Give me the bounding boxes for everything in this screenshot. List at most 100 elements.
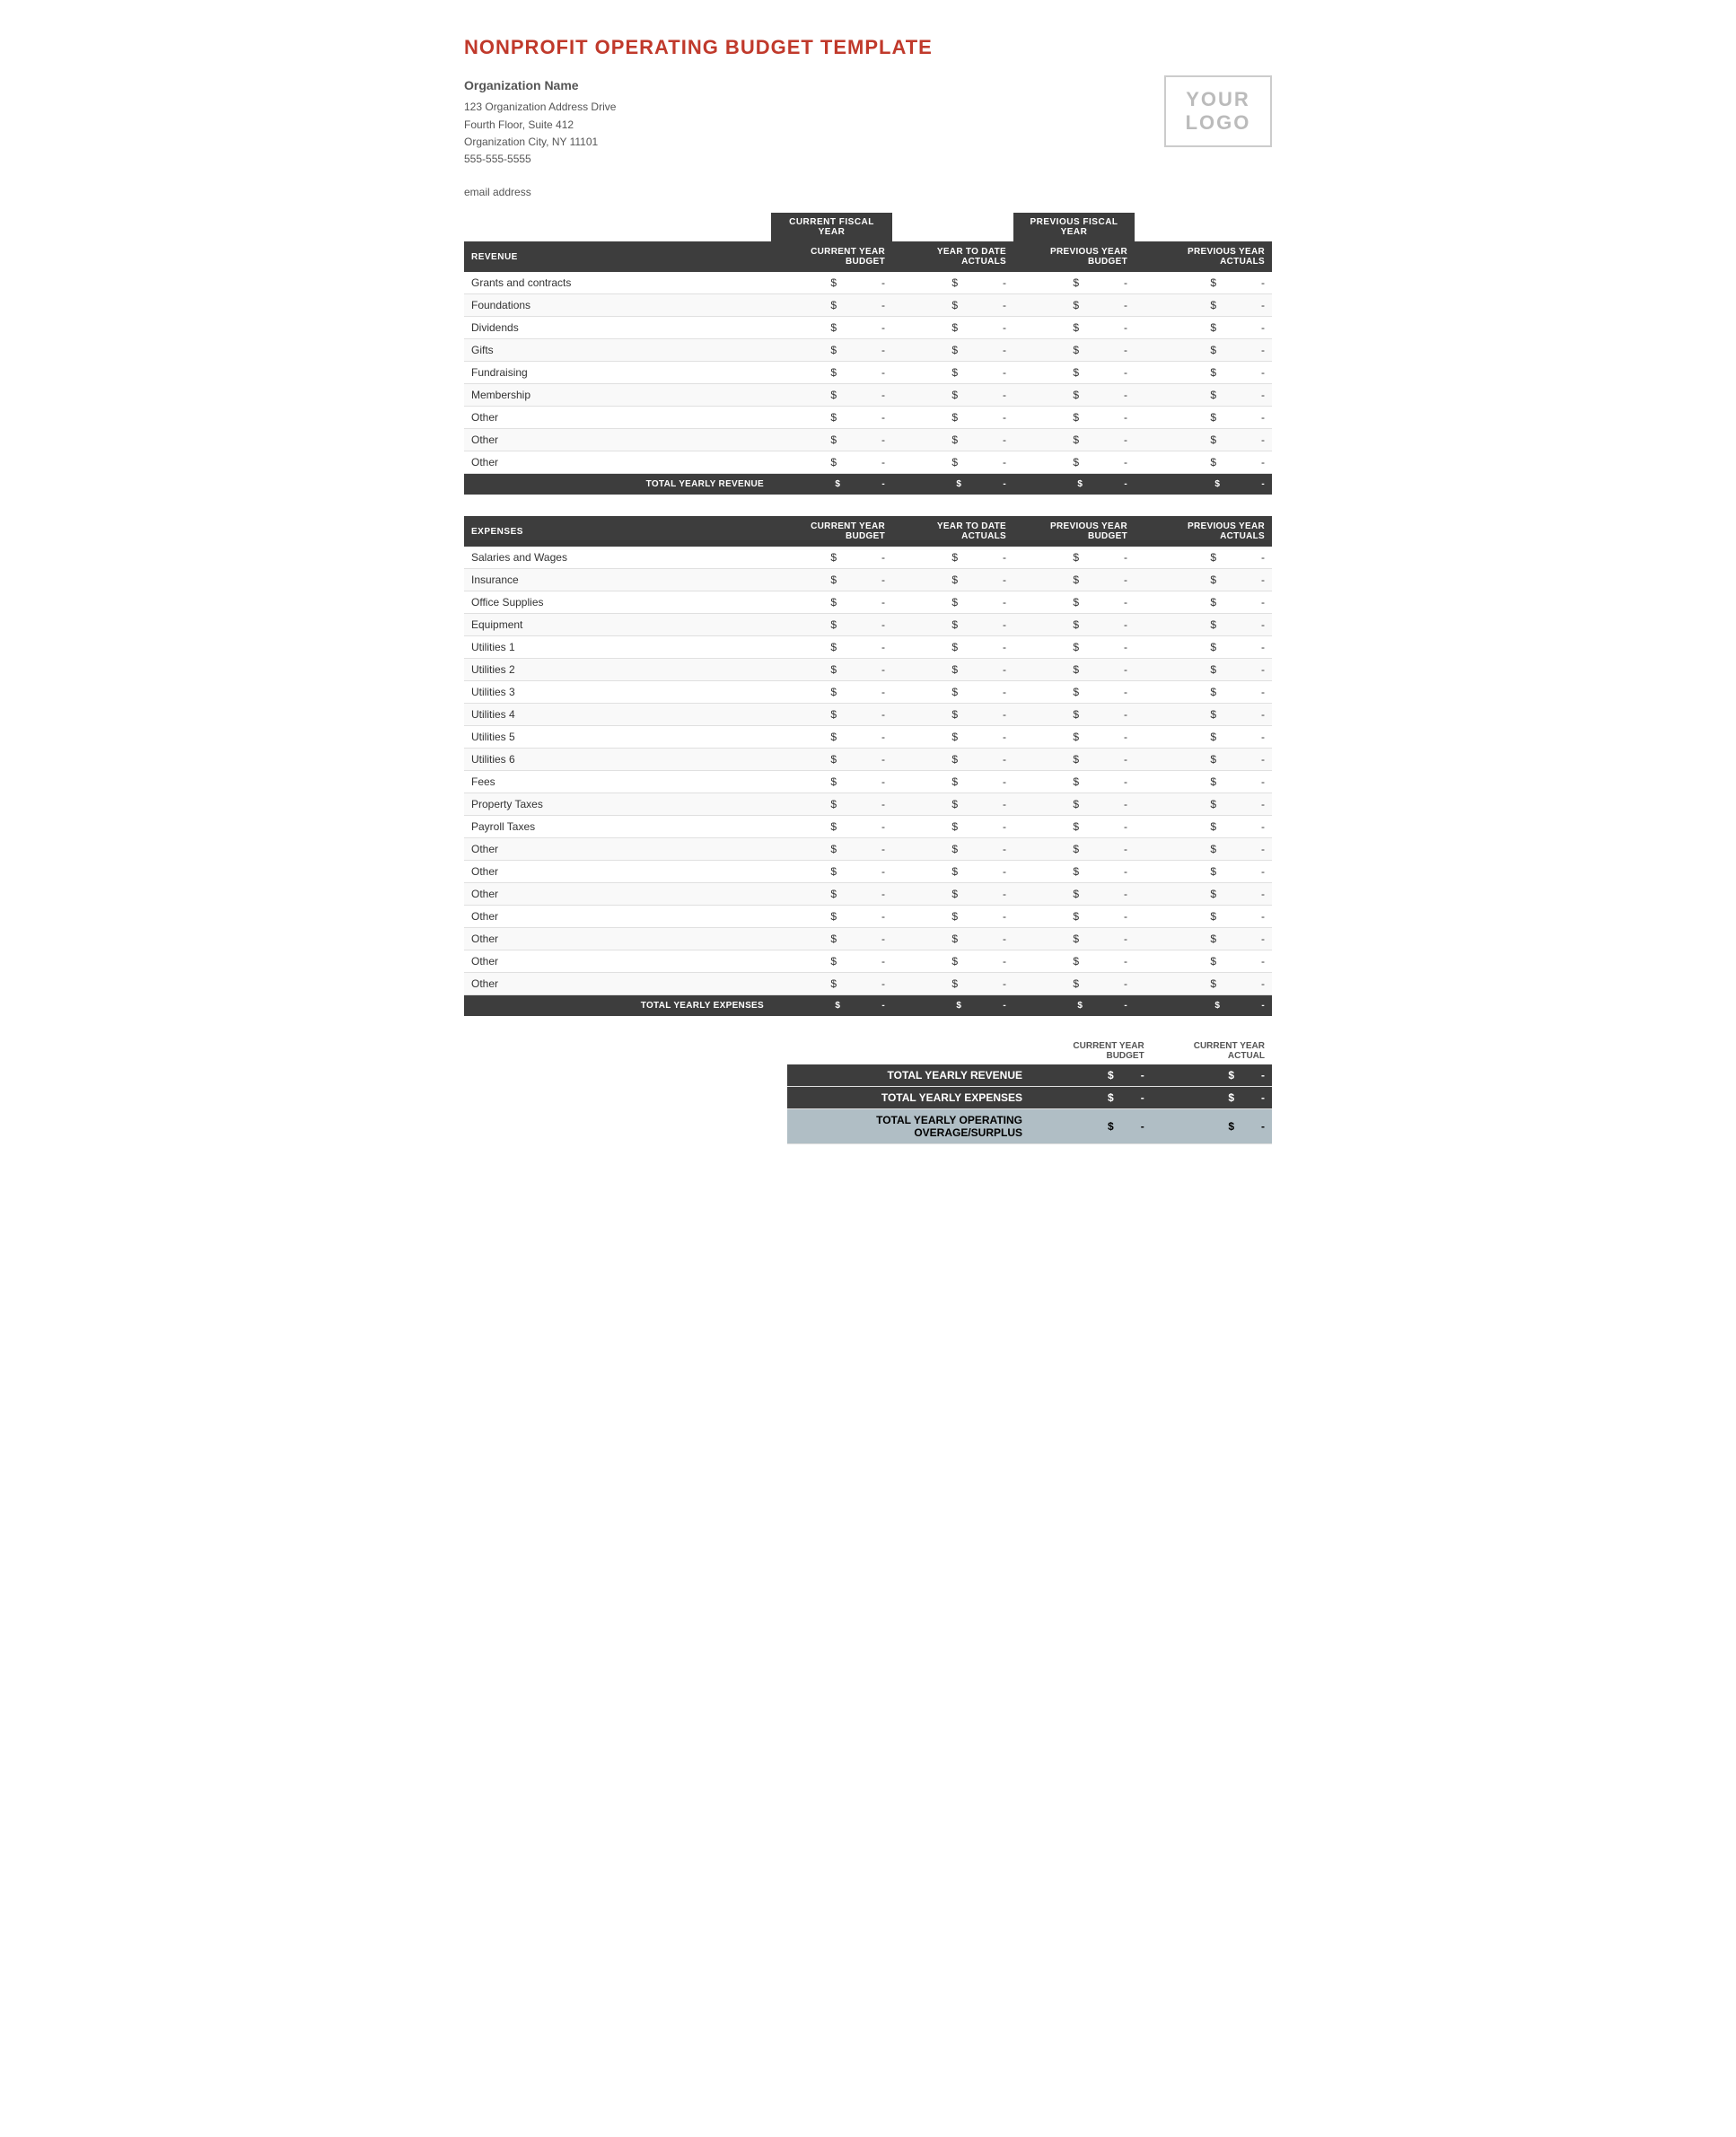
expense-current-budget[interactable]: $ - xyxy=(771,569,892,591)
expense-ytd-actual[interactable]: $ - xyxy=(892,928,1013,950)
expense-ytd-actual[interactable]: $ - xyxy=(892,547,1013,569)
expense-prev-budget[interactable]: $ - xyxy=(1013,547,1135,569)
expense-current-budget[interactable]: $ - xyxy=(771,793,892,816)
expense-prev-actual[interactable]: $ - xyxy=(1135,659,1272,681)
expense-prev-budget[interactable]: $ - xyxy=(1013,749,1135,771)
revenue-prev-budget[interactable]: $ - xyxy=(1013,451,1135,474)
revenue-prev-actual[interactable]: $ - xyxy=(1135,429,1272,451)
expense-current-budget[interactable]: $ - xyxy=(771,838,892,861)
expense-prev-actual[interactable]: $ - xyxy=(1135,793,1272,816)
revenue-ytd-actual[interactable]: $ - xyxy=(892,407,1013,429)
revenue-prev-actual[interactable]: $ - xyxy=(1135,407,1272,429)
revenue-ytd-actual[interactable]: $ - xyxy=(892,362,1013,384)
revenue-ytd-actual[interactable]: $ - xyxy=(892,317,1013,339)
expense-prev-actual[interactable]: $ - xyxy=(1135,816,1272,838)
expense-prev-actual[interactable]: $ - xyxy=(1135,569,1272,591)
expense-current-budget[interactable]: $ - xyxy=(771,950,892,973)
expense-prev-budget[interactable]: $ - xyxy=(1013,636,1135,659)
expense-current-budget[interactable]: $ - xyxy=(771,861,892,883)
revenue-prev-actual[interactable]: $ - xyxy=(1135,272,1272,294)
expense-ytd-actual[interactable]: $ - xyxy=(892,973,1013,995)
expense-prev-actual[interactable]: $ - xyxy=(1135,838,1272,861)
expense-prev-actual[interactable]: $ - xyxy=(1135,906,1272,928)
expense-current-budget[interactable]: $ - xyxy=(771,726,892,749)
expense-prev-actual[interactable]: $ - xyxy=(1135,950,1272,973)
revenue-current-budget[interactable]: $ - xyxy=(771,362,892,384)
expense-prev-budget[interactable]: $ - xyxy=(1013,973,1135,995)
expense-current-budget[interactable]: $ - xyxy=(771,816,892,838)
expense-ytd-actual[interactable]: $ - xyxy=(892,816,1013,838)
expense-current-budget[interactable]: $ - xyxy=(771,906,892,928)
expense-current-budget[interactable]: $ - xyxy=(771,591,892,614)
expense-ytd-actual[interactable]: $ - xyxy=(892,591,1013,614)
expense-current-budget[interactable]: $ - xyxy=(771,771,892,793)
revenue-prev-budget[interactable]: $ - xyxy=(1013,384,1135,407)
expense-ytd-actual[interactable]: $ - xyxy=(892,569,1013,591)
revenue-current-budget[interactable]: $ - xyxy=(771,317,892,339)
expense-ytd-actual[interactable]: $ - xyxy=(892,861,1013,883)
expense-prev-budget[interactable]: $ - xyxy=(1013,771,1135,793)
expense-prev-actual[interactable]: $ - xyxy=(1135,547,1272,569)
revenue-prev-actual[interactable]: $ - xyxy=(1135,339,1272,362)
expense-prev-actual[interactable]: $ - xyxy=(1135,726,1272,749)
expense-prev-budget[interactable]: $ - xyxy=(1013,614,1135,636)
expense-prev-budget[interactable]: $ - xyxy=(1013,816,1135,838)
revenue-current-budget[interactable]: $ - xyxy=(771,384,892,407)
expense-current-budget[interactable]: $ - xyxy=(771,614,892,636)
expense-ytd-actual[interactable]: $ - xyxy=(892,838,1013,861)
expense-current-budget[interactable]: $ - xyxy=(771,928,892,950)
expense-prev-actual[interactable]: $ - xyxy=(1135,636,1272,659)
expense-current-budget[interactable]: $ - xyxy=(771,636,892,659)
revenue-ytd-actual[interactable]: $ - xyxy=(892,451,1013,474)
revenue-prev-budget[interactable]: $ - xyxy=(1013,294,1135,317)
revenue-current-budget[interactable]: $ - xyxy=(771,429,892,451)
expense-prev-budget[interactable]: $ - xyxy=(1013,591,1135,614)
expense-ytd-actual[interactable]: $ - xyxy=(892,659,1013,681)
expense-prev-actual[interactable]: $ - xyxy=(1135,973,1272,995)
revenue-prev-budget[interactable]: $ - xyxy=(1013,272,1135,294)
expense-ytd-actual[interactable]: $ - xyxy=(892,771,1013,793)
expense-prev-budget[interactable]: $ - xyxy=(1013,928,1135,950)
expense-current-budget[interactable]: $ - xyxy=(771,973,892,995)
revenue-prev-actual[interactable]: $ - xyxy=(1135,317,1272,339)
expense-prev-budget[interactable]: $ - xyxy=(1013,838,1135,861)
expense-ytd-actual[interactable]: $ - xyxy=(892,950,1013,973)
expense-ytd-actual[interactable]: $ - xyxy=(892,749,1013,771)
revenue-ytd-actual[interactable]: $ - xyxy=(892,429,1013,451)
revenue-ytd-actual[interactable]: $ - xyxy=(892,339,1013,362)
revenue-current-budget[interactable]: $ - xyxy=(771,272,892,294)
expense-prev-budget[interactable]: $ - xyxy=(1013,569,1135,591)
revenue-current-budget[interactable]: $ - xyxy=(771,339,892,362)
expense-current-budget[interactable]: $ - xyxy=(771,883,892,906)
expense-ytd-actual[interactable]: $ - xyxy=(892,726,1013,749)
expense-prev-budget[interactable]: $ - xyxy=(1013,883,1135,906)
expense-ytd-actual[interactable]: $ - xyxy=(892,704,1013,726)
expense-prev-budget[interactable]: $ - xyxy=(1013,950,1135,973)
expense-prev-actual[interactable]: $ - xyxy=(1135,883,1272,906)
revenue-prev-actual[interactable]: $ - xyxy=(1135,451,1272,474)
expense-prev-budget[interactable]: $ - xyxy=(1013,793,1135,816)
expense-ytd-actual[interactable]: $ - xyxy=(892,906,1013,928)
revenue-prev-actual[interactable]: $ - xyxy=(1135,362,1272,384)
revenue-ytd-actual[interactable]: $ - xyxy=(892,294,1013,317)
expense-prev-actual[interactable]: $ - xyxy=(1135,771,1272,793)
revenue-ytd-actual[interactable]: $ - xyxy=(892,384,1013,407)
revenue-current-budget[interactable]: $ - xyxy=(771,407,892,429)
expense-ytd-actual[interactable]: $ - xyxy=(892,883,1013,906)
expense-prev-actual[interactable]: $ - xyxy=(1135,704,1272,726)
revenue-current-budget[interactable]: $ - xyxy=(771,451,892,474)
revenue-ytd-actual[interactable]: $ - xyxy=(892,272,1013,294)
expense-current-budget[interactable]: $ - xyxy=(771,681,892,704)
expense-ytd-actual[interactable]: $ - xyxy=(892,614,1013,636)
revenue-prev-budget[interactable]: $ - xyxy=(1013,429,1135,451)
expense-current-budget[interactable]: $ - xyxy=(771,749,892,771)
revenue-prev-actual[interactable]: $ - xyxy=(1135,294,1272,317)
revenue-prev-budget[interactable]: $ - xyxy=(1013,407,1135,429)
expense-prev-actual[interactable]: $ - xyxy=(1135,681,1272,704)
expense-prev-actual[interactable]: $ - xyxy=(1135,591,1272,614)
expense-prev-budget[interactable]: $ - xyxy=(1013,704,1135,726)
expense-prev-actual[interactable]: $ - xyxy=(1135,614,1272,636)
expense-prev-budget[interactable]: $ - xyxy=(1013,681,1135,704)
revenue-prev-budget[interactable]: $ - xyxy=(1013,339,1135,362)
expense-current-budget[interactable]: $ - xyxy=(771,704,892,726)
